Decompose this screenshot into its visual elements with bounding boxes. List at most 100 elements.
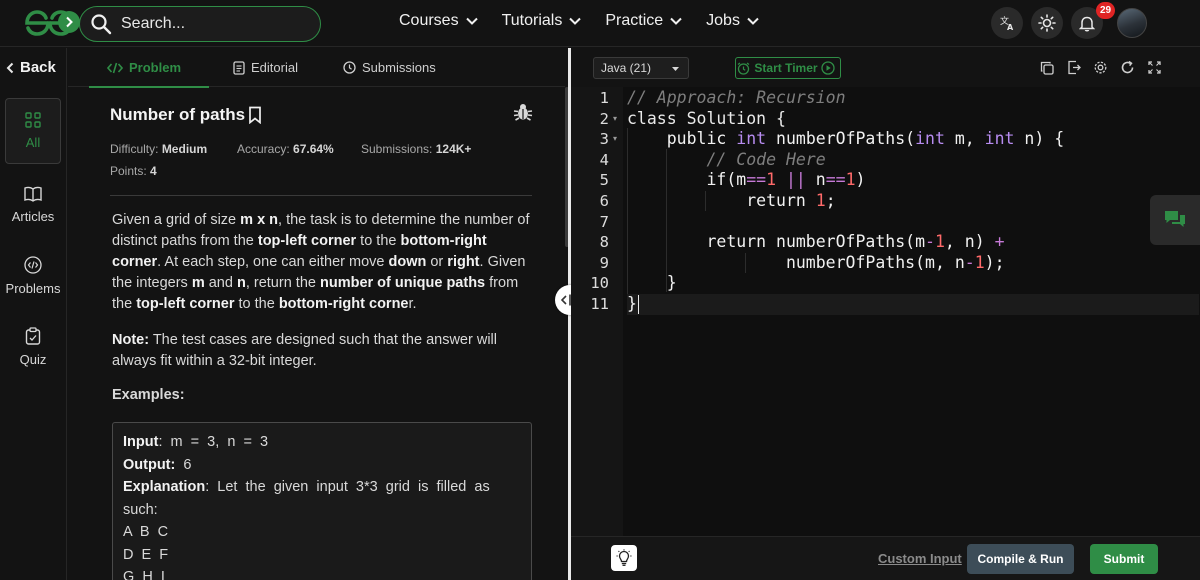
- nav-jobs[interactable]: Jobs: [706, 12, 759, 30]
- bug-report-icon[interactable]: [513, 102, 533, 122]
- tab-submissions[interactable]: Submissions: [343, 48, 436, 87]
- example-input: Input: m = 3, n = 3: [123, 434, 269, 450]
- chat-icon: [1165, 211, 1185, 227]
- tab-problem-label: Problem: [129, 60, 182, 75]
- gear-icon: [1094, 61, 1107, 74]
- play-circle-icon: [820, 61, 835, 75]
- theme-toggle-button[interactable]: [1031, 7, 1063, 39]
- hint-button[interactable]: [611, 545, 637, 571]
- search-placeholder: Search...: [121, 15, 186, 32]
- line-number: 4: [599, 150, 609, 169]
- code-line: }: [627, 273, 677, 294]
- tab-editorial[interactable]: Editorial: [233, 48, 298, 87]
- custom-input-link[interactable]: Custom Input: [878, 551, 962, 566]
- code-text: return numberOfPaths(m-1, n) +: [627, 232, 1005, 252]
- code-icon: [24, 256, 42, 274]
- submit-button[interactable]: Submit: [1090, 544, 1158, 574]
- problem-meta: Difficulty: Medium Accuracy: 67.64% Subm…: [110, 142, 471, 156]
- nav-practice[interactable]: Practice: [605, 12, 682, 30]
- code-text: }: [627, 294, 637, 313]
- clipboard-icon: [25, 327, 41, 345]
- code-area[interactable]: // Approach: Recursion class Solution { …: [627, 87, 1199, 536]
- settings-button[interactable]: [1092, 59, 1109, 76]
- avatar[interactable]: [1117, 8, 1147, 38]
- translate-icon: 文 A: [1000, 15, 1014, 31]
- rail-item-problems[interactable]: Problems: [5, 243, 61, 309]
- code-editor[interactable]: 1 2 ▾ 3 ▾ 4 5 6 7 8 9 10 11 // Approach:…: [571, 87, 1200, 536]
- example-output: Output: 6: [123, 456, 192, 473]
- editor-footer: Custom Input Compile & Run Submit: [571, 536, 1200, 580]
- book-icon: [24, 186, 42, 202]
- code-text: class Solution {: [627, 108, 786, 128]
- svg-text:A: A: [1007, 23, 1014, 31]
- difficulty-value: Medium: [161, 142, 208, 156]
- back-link[interactable]: Back: [6, 59, 56, 76]
- nav-tutorials[interactable]: Tutorials: [502, 12, 582, 30]
- chevron-left-icon: [6, 62, 14, 73]
- language-value: Java (21): [601, 61, 652, 75]
- fold-icon[interactable]: ▾: [613, 129, 621, 150]
- bookmark-icon[interactable]: [248, 106, 262, 124]
- notifications-button[interactable]: 29: [1071, 2, 1115, 39]
- line-number: 5: [599, 171, 609, 190]
- start-timer-button[interactable]: Start Timer: [735, 57, 841, 79]
- tab-editorial-label: Editorial: [251, 60, 298, 75]
- fold-icon[interactable]: ▾: [613, 109, 621, 130]
- submissions-value: 124K+: [435, 142, 472, 156]
- nav-tutorials-label: Tutorials: [501, 12, 563, 29]
- main-nav: Courses Tutorials Practice Jobs: [399, 12, 783, 30]
- top-navbar: Search... Courses Tutorials Practice Job…: [0, 0, 1200, 47]
- rail-item-all[interactable]: All: [5, 98, 61, 164]
- line-number: 6: [599, 192, 609, 210]
- copy-icon: [1040, 61, 1054, 75]
- code-text: public int numberOfPaths(int m, int n) {: [627, 129, 1065, 149]
- chevron-down-icon: [465, 17, 478, 25]
- code-text: // Approach: Recursion: [627, 88, 846, 107]
- nav-courses-label: Courses: [399, 12, 459, 29]
- rail-item-quiz[interactable]: Quiz: [5, 314, 61, 380]
- line-number: 1: [599, 89, 609, 107]
- code-text: // Code Here: [627, 149, 826, 169]
- chevron-right-icon: [66, 16, 73, 28]
- code-tag-icon: [107, 62, 123, 73]
- grid-icon: [25, 112, 41, 128]
- chat-button[interactable]: [1150, 195, 1200, 245]
- difficulty: Difficulty: Medium: [110, 142, 207, 156]
- search-bar[interactable]: Search...: [79, 6, 321, 42]
- line-gutter: 1 2 ▾ 3 ▾ 4 5 6 7 8 9 10 11: [571, 87, 623, 536]
- line-number: 10: [590, 274, 609, 293]
- code-line: numberOfPaths(m, n-1);: [627, 253, 1005, 274]
- problem-panel: Number of paths Difficulty: Medium Accur…: [68, 88, 565, 580]
- problem-title-text: Number of paths: [110, 105, 246, 124]
- code-line: class Solution {: [627, 109, 786, 130]
- tab-problem[interactable]: Problem: [88, 48, 210, 88]
- compile-run-button[interactable]: Compile & Run: [967, 544, 1074, 574]
- language-select[interactable]: Java (21): [593, 57, 689, 79]
- code-line: return numberOfPaths(m-1, n) +: [627, 232, 1005, 253]
- fullscreen-button[interactable]: [1146, 59, 1163, 76]
- nav-courses[interactable]: Courses: [399, 12, 478, 30]
- translate-button[interactable]: 文 A: [991, 7, 1023, 39]
- left-rail: Back All Articles Problems Quiz: [0, 48, 67, 580]
- reset-button[interactable]: [1119, 59, 1136, 76]
- rail-item-articles[interactable]: Articles: [5, 172, 61, 238]
- line-number: 3: [599, 130, 609, 149]
- example-explanation: Explanation: Let the given input 3*3 gri…: [123, 479, 494, 518]
- code-line: // Code Here: [627, 149, 826, 171]
- start-timer-label: Start Timer: [754, 61, 818, 75]
- refresh-icon: [1121, 60, 1134, 74]
- code-line: // Approach: Recursion: [627, 88, 846, 109]
- note-label: Note:: [112, 332, 150, 348]
- line-number: 11: [590, 295, 609, 313]
- accuracy-value: 67.64%: [293, 142, 334, 156]
- upload-button[interactable]: [1065, 59, 1082, 76]
- accuracy: Accuracy: 67.64%: [237, 142, 334, 156]
- rail-item-label: Quiz: [19, 352, 47, 367]
- notification-badge: 29: [1096, 2, 1115, 19]
- editor-tools: [1038, 59, 1173, 76]
- header-actions: 文 A 29: [991, 2, 1147, 39]
- code-text: numberOfPaths(m, n-1);: [627, 252, 1005, 272]
- problem-note: Note: The test cases are designed such t…: [112, 330, 536, 372]
- expand-panel-button[interactable]: [58, 11, 80, 33]
- copy-button[interactable]: [1038, 59, 1055, 76]
